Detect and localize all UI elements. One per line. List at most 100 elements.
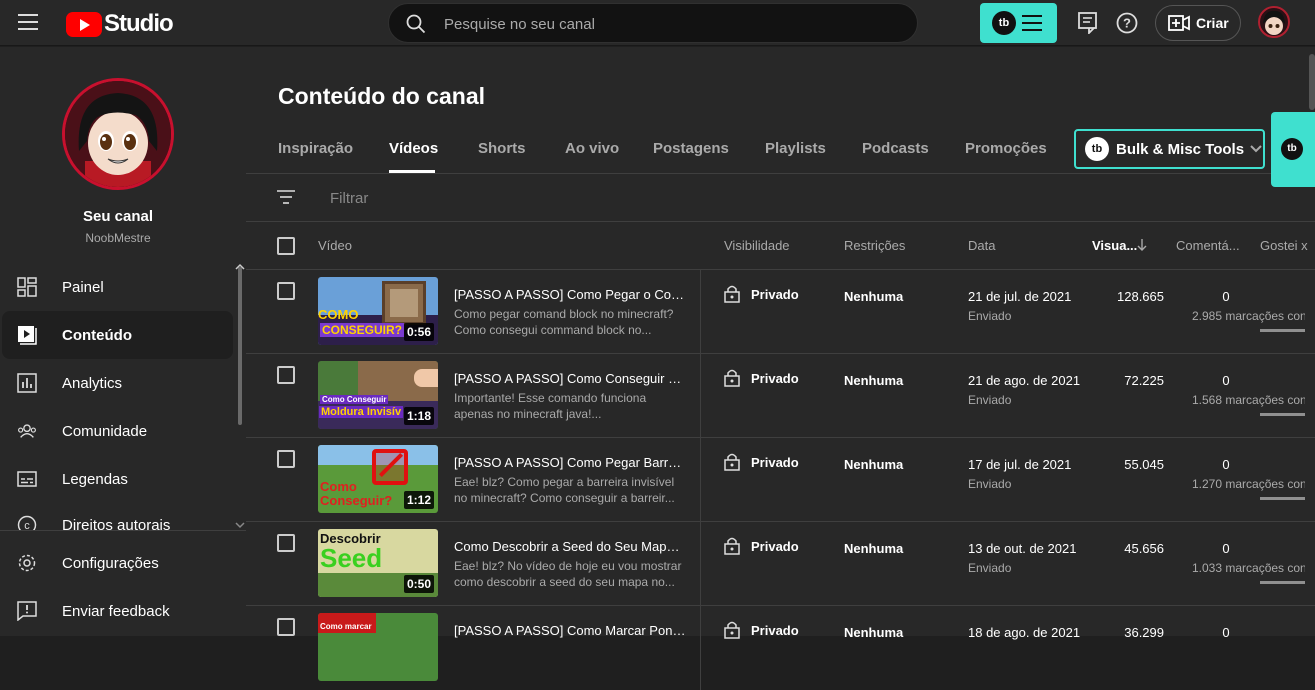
column-divider: [700, 606, 701, 690]
sidebar-item-enviar-feedback[interactable]: Enviar feedback: [0, 587, 236, 635]
filter-bar: [246, 174, 1315, 222]
sidebar-item-legendas[interactable]: Legendas: [0, 455, 236, 503]
table-row[interactable]: Como marcar [PASSO A PASSO] Como Marcar …: [246, 606, 1315, 690]
sidebar-divider: [0, 530, 246, 531]
table-row[interactable]: COMO CONSEGUIR? 0:56 [PASSO A PASSO] Com…: [246, 270, 1315, 354]
sidebar-item-analytics[interactable]: Analytics: [0, 359, 236, 407]
bulk-misc-tools-dropdown[interactable]: tb Bulk & Misc Tools: [1074, 129, 1265, 169]
likes-cell: 1.033 marcações con: [1192, 561, 1305, 575]
visibility-cell[interactable]: Privado: [724, 369, 799, 387]
tab-ao-vivo[interactable]: Ao vivo: [565, 140, 619, 157]
date-cell: 17 de jul. de 2021: [968, 457, 1072, 472]
video-title[interactable]: [PASSO A PASSO] Como Pegar Barreir...: [454, 455, 686, 470]
search-box[interactable]: [388, 3, 918, 43]
tubebuddy-menu-button[interactable]: tb: [980, 3, 1057, 43]
row-checkbox[interactable]: [277, 366, 295, 384]
comments-cell: 0: [1222, 625, 1230, 640]
row-checkbox[interactable]: [277, 534, 295, 552]
column-restrictions: Restrições: [844, 238, 906, 253]
comments-cell: 0: [1222, 373, 1230, 388]
video-title[interactable]: Como Descobrir a Seed do Seu Mapa ...: [454, 539, 686, 554]
column-likes[interactable]: Gostei x: [1260, 238, 1315, 253]
likes-cell: 1.270 marcações con: [1192, 477, 1305, 491]
tab-videos[interactable]: Vídeos: [389, 140, 438, 157]
restrictions-cell: Nenhuma: [844, 373, 904, 388]
video-thumbnail[interactable]: Como Conseguir? 1:12: [318, 445, 438, 513]
sort-down-arrow-icon[interactable]: [1137, 239, 1147, 251]
main-content: Conteúdo do canal Inspiração Vídeos Shor…: [246, 47, 1315, 690]
date-cell: 21 de jul. de 2021: [968, 289, 1072, 304]
search-icon: [406, 14, 426, 34]
column-visibility: Visibilidade: [724, 238, 790, 253]
chevron-down-icon: [1250, 145, 1262, 153]
column-divider: [700, 522, 701, 606]
video-thumbnail[interactable]: Como Conseguir Moldura Invisív 1:18: [318, 361, 438, 429]
select-all-checkbox[interactable]: [277, 237, 295, 255]
sidebar-item-conteudo[interactable]: Conteúdo: [2, 311, 233, 359]
comments-cell: 0: [1222, 289, 1230, 304]
youtube-studio-logo[interactable]: Studio: [66, 10, 174, 38]
help-icon[interactable]: ?: [1116, 12, 1138, 34]
tubebuddy-side-panel-tab[interactable]: tb: [1271, 112, 1315, 187]
column-date[interactable]: Data: [968, 238, 995, 253]
visibility-cell[interactable]: Privado: [724, 285, 799, 303]
restrictions-cell: Nenhuma: [844, 541, 904, 556]
row-checkbox[interactable]: [277, 618, 295, 636]
likes-bar: [1260, 497, 1305, 500]
tab-promocoes[interactable]: Promoções: [965, 140, 1047, 157]
date-cell: 13 de out. de 2021: [968, 541, 1077, 556]
channel-avatar[interactable]: [62, 78, 174, 190]
video-thumbnail[interactable]: COMO CONSEGUIR? 0:56: [318, 277, 438, 345]
tab-playlists[interactable]: Playlists: [765, 140, 826, 157]
lock-icon: [724, 621, 740, 639]
visibility-cell[interactable]: Privado: [724, 621, 799, 639]
messages-icon[interactable]: [1078, 12, 1098, 34]
table-row[interactable]: Descobrir Seed 0:50 Como Descobrir a See…: [246, 522, 1315, 606]
video-thumbnail[interactable]: Descobrir Seed 0:50: [318, 529, 438, 597]
video-title[interactable]: [PASSO A PASSO] Como Pegar o Com...: [454, 287, 686, 302]
scroll-down-icon[interactable]: [235, 521, 245, 529]
sidebar-item-configuracoes[interactable]: Configurações: [0, 539, 236, 587]
visibility-cell[interactable]: Privado: [724, 453, 799, 471]
sidebar-item-painel[interactable]: Painel: [0, 263, 236, 311]
date-status: Enviado: [968, 393, 1012, 407]
video-title[interactable]: [PASSO A PASSO] Como Conseguir M...: [454, 371, 686, 386]
lock-icon: [724, 369, 740, 387]
row-checkbox[interactable]: [277, 282, 295, 300]
account-avatar[interactable]: [1258, 6, 1290, 38]
create-button[interactable]: Criar: [1155, 5, 1241, 41]
restrictions-cell: Nenhuma: [844, 289, 904, 304]
sidebar: Seu canal NoobMestre Painel Conteúdo Ana…: [0, 47, 246, 636]
scroll-up-icon[interactable]: [235, 263, 245, 271]
row-checkbox[interactable]: [277, 450, 295, 468]
date-status: Enviado: [968, 561, 1012, 575]
likes-cell: 1.568 marcações con: [1192, 393, 1305, 407]
copyright-icon: c: [17, 515, 37, 530]
table-row[interactable]: Como Conseguir Moldura Invisív 1:18 [PAS…: [246, 354, 1315, 438]
tubebuddy-menu-icon: [1022, 15, 1042, 36]
column-comments[interactable]: Comentá...: [1176, 238, 1240, 253]
table-row[interactable]: Como Conseguir? 1:12 [PASSO A PASSO] Com…: [246, 438, 1315, 522]
sidebar-item-comunidade[interactable]: Comunidade: [0, 407, 236, 455]
tubebuddy-logo-icon: tb: [992, 11, 1016, 35]
filter-input[interactable]: [330, 188, 630, 208]
search-input[interactable]: [444, 14, 884, 34]
filter-icon[interactable]: [277, 190, 295, 204]
tab-postagens[interactable]: Postagens: [653, 140, 729, 157]
likes-bar: [1260, 329, 1305, 332]
tab-podcasts[interactable]: Podcasts: [862, 140, 929, 157]
sidebar-item-direitos-autorais[interactable]: c Direitos autorais: [0, 503, 236, 530]
community-icon: [17, 421, 37, 441]
sidebar-scrollbar[interactable]: [238, 267, 242, 425]
main-scrollbar[interactable]: [1309, 54, 1315, 110]
tab-inspiracao[interactable]: Inspiração: [278, 140, 353, 157]
views-cell: 72.225: [1124, 373, 1164, 388]
date-cell: 18 de ago. de 2021: [968, 625, 1081, 640]
column-views[interactable]: Visua...: [1092, 238, 1137, 253]
feedback-icon: [17, 601, 37, 621]
visibility-cell[interactable]: Privado: [724, 537, 799, 555]
video-thumbnail[interactable]: Como marcar: [318, 613, 438, 681]
tab-shorts[interactable]: Shorts: [478, 140, 526, 157]
menu-icon[interactable]: [18, 14, 38, 30]
views-cell: 36.299: [1124, 625, 1164, 640]
